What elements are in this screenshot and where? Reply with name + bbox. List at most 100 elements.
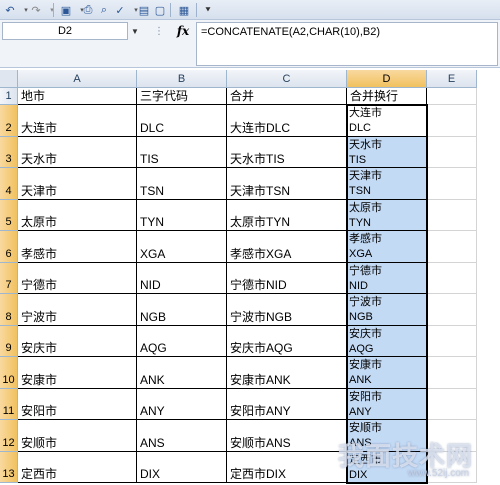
cell-e1[interactable] [427, 88, 477, 105]
cell-a6[interactable]: 孝感市 [18, 231, 137, 263]
spell-icon[interactable]: ✓ [112, 2, 128, 18]
worksheet-grid[interactable]: A B C D E 1 2 3 4 5 6 7 8 9 10 11 12 13 地市 三字代码 合并 合并换行 大连市 DLC… [0, 70, 500, 485]
cell-a4[interactable]: 天津市 [18, 168, 137, 200]
wrapped-line-code: XGA [349, 248, 373, 260]
sort-icon[interactable]: ▦ [176, 2, 192, 18]
cell-c6[interactable]: 孝感市XGA [227, 231, 347, 263]
cell-d2[interactable]: 大连市 DLC [347, 105, 427, 137]
row-header-2[interactable]: 2 [0, 105, 18, 137]
row-header-11[interactable]: 11 [0, 388, 18, 420]
cell-b11[interactable]: ANY [137, 388, 227, 420]
cell-e7[interactable] [427, 262, 477, 294]
cell-e11[interactable] [427, 388, 477, 420]
cell-b3[interactable]: TIS [137, 136, 227, 168]
cell-b4[interactable]: TSN [137, 168, 227, 200]
column-header-b[interactable]: B [137, 70, 227, 88]
row-header-7[interactable]: 7 [0, 262, 18, 294]
formula-input[interactable]: =CONCATENATE(A2,CHAR(10),B2) [196, 22, 498, 66]
select-all-button[interactable] [0, 70, 18, 88]
row-header-3[interactable]: 3 [0, 136, 18, 168]
cell-b8[interactable]: NGB [137, 294, 227, 326]
cell-b6[interactable]: XGA [137, 231, 227, 263]
column-header-c[interactable]: C [227, 70, 347, 88]
cell-a5[interactable]: 太原市 [18, 199, 137, 231]
cell-b9[interactable]: AQG [137, 325, 227, 357]
cell-b13[interactable]: DIX [137, 451, 227, 483]
cell-d4[interactable]: 天津市 TSN [347, 168, 427, 200]
undo-icon[interactable]: ↶ [2, 2, 18, 18]
open-icon[interactable]: ▤ [136, 2, 152, 18]
row-header-9[interactable]: 9 [0, 325, 18, 357]
cell-a1[interactable]: 地市 [18, 88, 137, 105]
cell-c9[interactable]: 安庆市AQG [227, 325, 347, 357]
cell-b7[interactable]: NID [137, 262, 227, 294]
cell-e6[interactable] [427, 231, 477, 263]
cell-d6[interactable]: 孝感市 XGA [347, 231, 427, 263]
name-box[interactable]: D2 [2, 22, 128, 40]
cell-a12[interactable]: 安顺市 [18, 420, 137, 452]
save-icon[interactable]: ▣ [58, 2, 74, 18]
cell-d8[interactable]: 宁波市 NGB [347, 294, 427, 326]
customize-icon[interactable]: ⯆ [200, 2, 216, 18]
cell-e9[interactable] [427, 325, 477, 357]
cell-b2[interactable]: DLC [137, 105, 227, 137]
row-header-10[interactable]: 10 [0, 357, 18, 389]
cell-d13[interactable]: 定西市 DIX [347, 451, 427, 483]
cell-c2[interactable]: 大连市DLC [227, 105, 347, 137]
cell-c3[interactable]: 天水市TIS [227, 136, 347, 168]
cell-a7[interactable]: 宁德市 [18, 262, 137, 294]
column-header-a[interactable]: A [18, 70, 137, 88]
cell-c8[interactable]: 宁波市NGB [227, 294, 347, 326]
cell-d9[interactable]: 安庆市 AQG [347, 325, 427, 357]
cell-c11[interactable]: 安阳市ANY [227, 388, 347, 420]
cell-d1[interactable]: 合并换行 [347, 88, 427, 105]
row-header-6[interactable]: 6 [0, 231, 18, 263]
cell-b10[interactable]: ANK [137, 357, 227, 389]
column-header-d[interactable]: D [347, 70, 427, 88]
cell-e13[interactable] [427, 451, 477, 483]
cell-a10[interactable]: 安康市 [18, 357, 137, 389]
cell-d7[interactable]: 宁德市 NID [347, 262, 427, 294]
cell-c10[interactable]: 安康市ANK [227, 357, 347, 389]
cell-c5[interactable]: 太原市TYN [227, 199, 347, 231]
row-header-12[interactable]: 12 [0, 420, 18, 452]
cell-c7[interactable]: 宁德市NID [227, 262, 347, 294]
cell-e5[interactable] [427, 199, 477, 231]
cell-b1[interactable]: 三字代码 [137, 88, 227, 105]
redo-icon[interactable]: ↷ [28, 2, 44, 18]
cell-c13[interactable]: 定西市DIX [227, 451, 347, 483]
row-header-5[interactable]: 5 [0, 199, 18, 231]
cell-d10[interactable]: 安康市 ANK [347, 357, 427, 389]
cell-d11[interactable]: 安阳市 ANY [347, 388, 427, 420]
cell-c1[interactable]: 合并 [227, 88, 347, 105]
cell-a8[interactable]: 宁波市 [18, 294, 137, 326]
cell-e2[interactable] [427, 105, 477, 137]
cell-a2[interactable]: 大连市 [18, 105, 137, 137]
cell-e8[interactable] [427, 294, 477, 326]
cell-a3[interactable]: 天水市 [18, 136, 137, 168]
row-header-4[interactable]: 4 [0, 168, 18, 200]
row-header-13[interactable]: 13 [0, 451, 18, 483]
print-preview-icon[interactable]: ⌕ [96, 2, 112, 18]
new-icon[interactable]: ▢ [152, 2, 168, 18]
cell-a13[interactable]: 定西市 [18, 451, 137, 483]
cell-d5[interactable]: 太原市 TYN [347, 199, 427, 231]
column-header-e[interactable]: E [427, 70, 477, 88]
print-icon[interactable]: ⎙ [80, 2, 96, 18]
insert-function-button[interactable]: fx [172, 22, 194, 40]
cell-c12[interactable]: 安顺市ANS [227, 420, 347, 452]
cell-a9[interactable]: 安庆市 [18, 325, 137, 357]
cell-e3[interactable] [427, 136, 477, 168]
cell-c4[interactable]: 天津市TSN [227, 168, 347, 200]
row-header-8[interactable]: 8 [0, 294, 18, 326]
cell-e10[interactable] [427, 357, 477, 389]
name-box-dropdown-icon[interactable]: ▼ [128, 22, 142, 40]
cell-b5[interactable]: TYN [137, 199, 227, 231]
cell-b12[interactable]: ANS [137, 420, 227, 452]
cell-e4[interactable] [427, 168, 477, 200]
cell-d3[interactable]: 天水市 TIS [347, 136, 427, 168]
cell-d12[interactable]: 安顺市 ANS [347, 420, 427, 452]
row-header-1[interactable]: 1 [0, 88, 18, 105]
cell-e12[interactable] [427, 420, 477, 452]
cell-a11[interactable]: 安阳市 [18, 388, 137, 420]
